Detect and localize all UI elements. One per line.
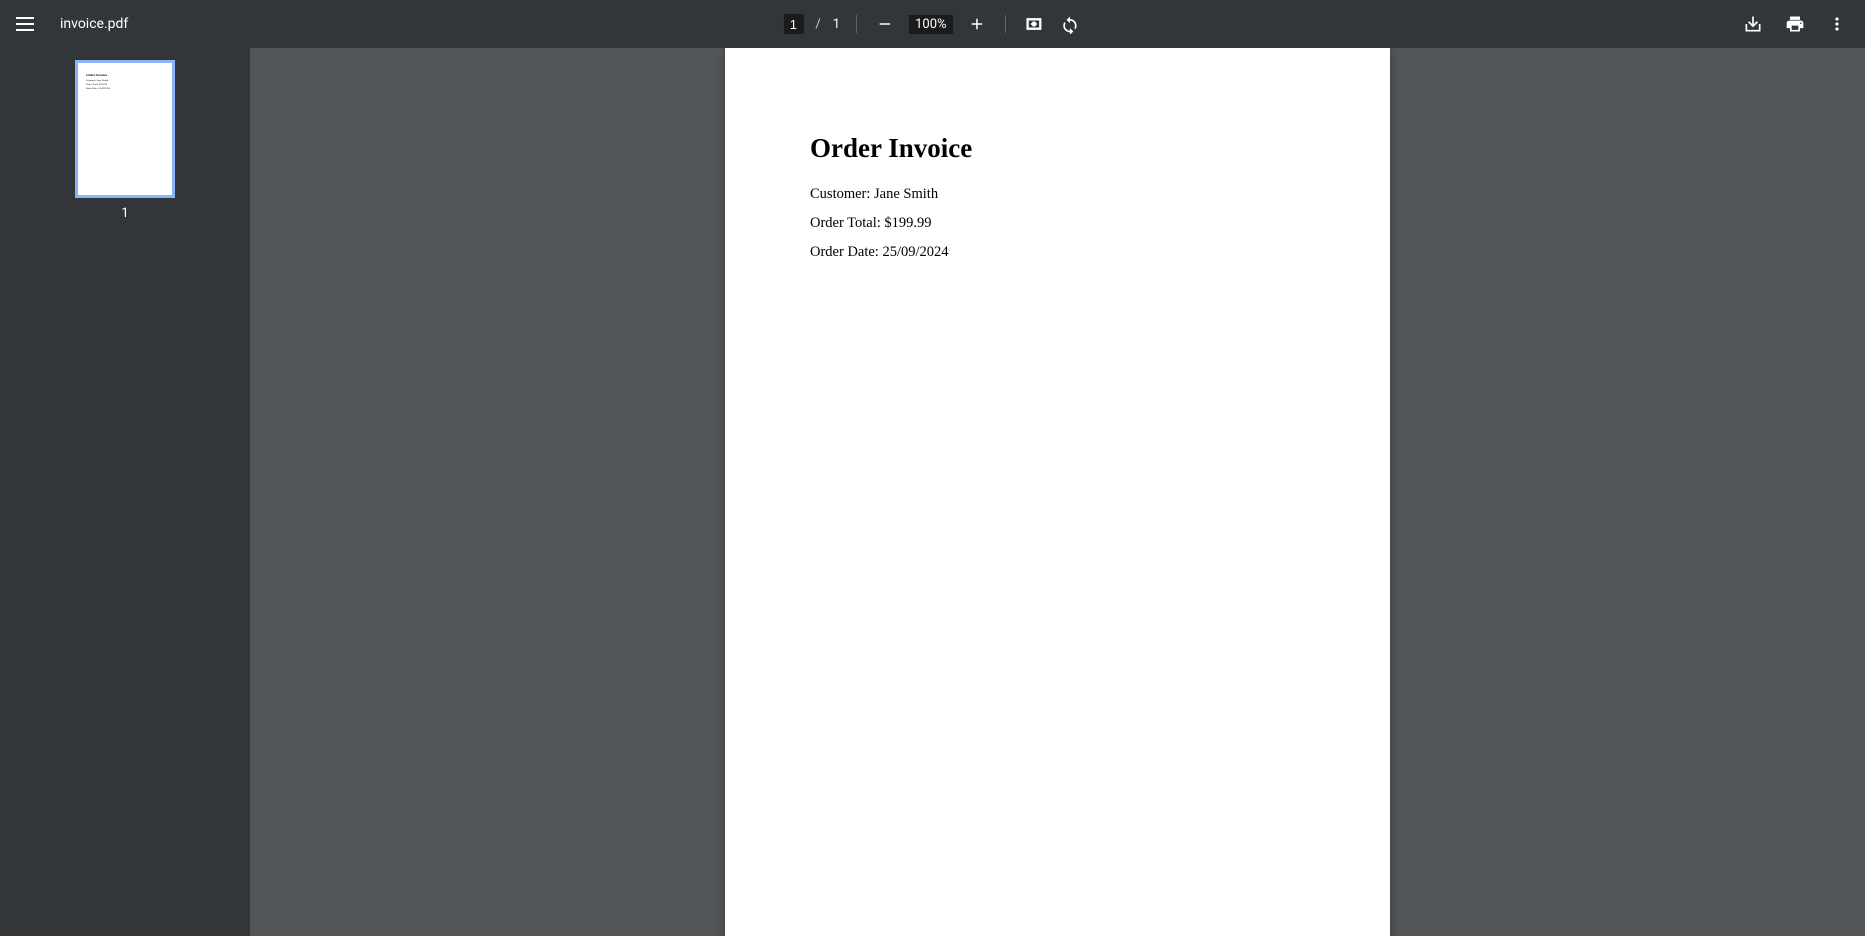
zoom-out-button[interactable] [873,12,897,36]
pdf-page: Order Invoice Customer: Jane Smith Order… [725,48,1390,936]
zoom-in-button[interactable] [965,12,989,36]
invoice-customer-line: Customer: Jane Smith [810,186,1305,203]
page-separator: / [815,17,820,32]
content-area: Order Invoice Customer: Jane Smith Order… [0,48,1865,936]
thumb-line: Order Date: 25/09/2024 [86,87,164,91]
toolbar-left: invoice.pdf [16,12,128,36]
rotate-icon[interactable] [1058,12,1082,36]
page-number-input[interactable] [783,14,803,34]
pdf-toolbar: invoice.pdf / 1 100% [0,0,1865,48]
print-icon[interactable] [1783,12,1807,36]
fit-to-page-icon[interactable] [1022,12,1046,36]
total-pages: 1 [833,17,840,32]
toolbar-right [1741,12,1849,36]
thumbnail-page-label: 1 [121,206,128,221]
thumbnail-item[interactable]: Order Invoice Customer: Jane Smith Order… [75,60,175,221]
invoice-date-line: Order Date: 25/09/2024 [810,244,1305,261]
menu-icon[interactable] [16,12,40,36]
toolbar-divider [856,15,857,33]
zoom-level-display[interactable]: 100% [909,15,952,34]
toolbar-center: / 1 100% [783,12,1081,36]
invoice-title: Order Invoice [810,133,1305,164]
document-filename: invoice.pdf [60,16,128,32]
invoice-total-line: Order Total: $199.99 [810,215,1305,232]
thumb-title: Order Invoice [86,73,164,77]
thumbnail-sidebar: Order Invoice Customer: Jane Smith Order… [0,48,250,936]
document-viewport[interactable]: Order Invoice Customer: Jane Smith Order… [250,48,1865,936]
download-icon[interactable] [1741,12,1765,36]
page-thumbnail[interactable]: Order Invoice Customer: Jane Smith Order… [75,60,175,198]
more-options-icon[interactable] [1825,12,1849,36]
toolbar-divider [1005,15,1006,33]
